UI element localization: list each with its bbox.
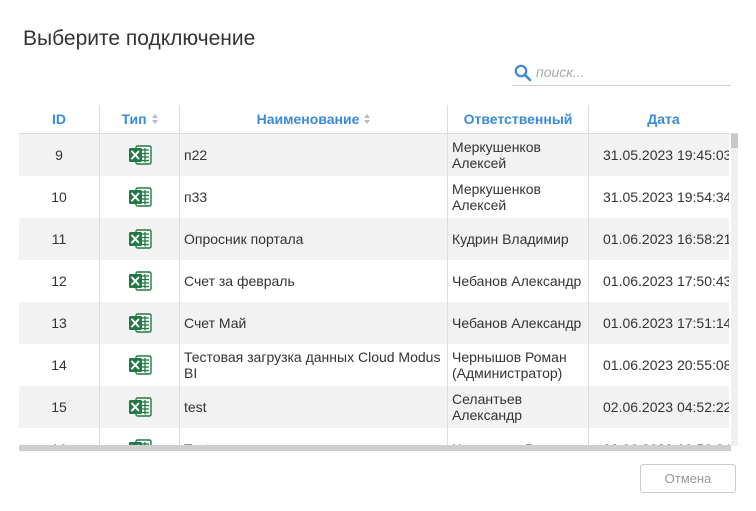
excel-icon [128, 145, 152, 165]
sort-icon[interactable] [151, 114, 158, 125]
cell-name: п22 [180, 134, 448, 176]
cell-type [100, 344, 180, 386]
cell-responsible: Кудрин Владимир [448, 218, 589, 260]
cell-responsible: Меркушенков Алексей [448, 176, 589, 218]
table-row[interactable]: 11 Опросник портала Кудрин Владимир 01.06.2… [19, 218, 729, 260]
column-header-label: Ответственный [463, 111, 573, 127]
cell-id: 11 [19, 218, 100, 260]
column-header-responsible[interactable]: Ответственный [448, 105, 589, 133]
cell-responsible: Чебанов Александр [448, 302, 589, 344]
dialog-title: Выберите подключение [23, 27, 256, 50]
excel-icon [128, 397, 152, 417]
cell-type [100, 260, 180, 302]
cell-name: Опросник портала [180, 218, 448, 260]
cell-date: 01.06.2023 17:51:14 [603, 315, 729, 331]
cell-date: 02.06.2023 04:52:22 [603, 399, 729, 415]
vertical-scrollbar-thumb[interactable] [731, 134, 738, 148]
table-row[interactable]: 12 Счет за февраль Чебанов Александр 01.06.… [19, 260, 729, 302]
cell-id: 12 [19, 260, 100, 302]
column-header-name[interactable]: Наименование [180, 105, 448, 133]
cell-name: п33 [180, 176, 448, 218]
cancel-button[interactable]: Отмена [640, 464, 736, 493]
cell-id: 13 [19, 302, 100, 344]
cell-name: Тестовая загрузка данных Cloud Modus BI [180, 344, 448, 386]
sort-icon[interactable] [364, 114, 371, 125]
cell-date: 01.06.2023 17:50:43 [603, 273, 729, 289]
column-header-label: Наименование [256, 111, 360, 127]
table-row[interactable]: 15 test Селантьев Александр 02.06.2023 04:5… [19, 386, 729, 428]
cell-id: 16 [19, 428, 100, 446]
search-box[interactable] [512, 61, 731, 86]
cell-responsible: Меркушенков Алексей [448, 134, 589, 176]
table-header: ID Тип Наименование Ответственный Дата [19, 105, 738, 134]
select-connection-dialog: Выберите подключение ID Тип Наименование… [0, 0, 756, 511]
column-header-date[interactable]: Дата [589, 105, 738, 133]
cell-name: Счет Май [180, 302, 448, 344]
vertical-scrollbar[interactable] [731, 134, 738, 446]
cell-responsible: Селантьев Александр [448, 386, 589, 428]
excel-icon [128, 229, 152, 249]
column-header-label: Тип [121, 111, 147, 127]
cell-id: 10 [19, 176, 100, 218]
excel-icon [128, 187, 152, 207]
horizontal-scrollbar[interactable] [19, 445, 731, 451]
cell-type [100, 134, 180, 176]
cell-type [100, 428, 180, 446]
cell-responsible: Чернышов Роман (Администратор) [448, 344, 589, 386]
cell-date: 31.05.2023 19:45:03 [603, 147, 729, 163]
search-input[interactable] [536, 62, 726, 82]
cell-id: 9 [19, 134, 100, 176]
cell-date: 01.06.2023 16:58:21 [603, 231, 729, 247]
column-header-label: Дата [647, 111, 680, 127]
column-header-type[interactable]: Тип [100, 105, 180, 133]
cell-type [100, 176, 180, 218]
cell-type [100, 302, 180, 344]
excel-icon [128, 313, 152, 333]
table-body: 9 п22 Меркушенков Алексей 31.05.2023 19:45:… [19, 134, 729, 446]
excel-icon [128, 355, 152, 375]
cell-name: Счет за февраль [180, 260, 448, 302]
search-icon[interactable] [514, 64, 532, 82]
cell-name: Test [180, 428, 448, 446]
column-header-label: ID [52, 111, 66, 127]
table-row[interactable]: 9 п22 Меркушенков Алексей 31.05.2023 19:45:… [19, 134, 729, 176]
cell-date: 02.06.2023 10:56:24 [589, 428, 729, 446]
table-row[interactable]: 10 п33 Меркушенков Алексей 31.05.2023 19:54… [19, 176, 729, 218]
cell-name: test [180, 386, 448, 428]
column-header-id[interactable]: ID [19, 105, 100, 133]
cell-type [100, 218, 180, 260]
table-row[interactable]: 14 Тестовая загрузка данных Cloud Modus B… [19, 344, 729, 386]
excel-icon [128, 271, 152, 291]
cell-date: 01.06.2023 20:55:08 [603, 357, 729, 373]
cell-date: 31.05.2023 19:54:34 [603, 189, 729, 205]
cell-responsible: Чебанов Александр [448, 260, 589, 302]
cell-responsible: Чернышов Роман [448, 428, 589, 446]
table-row[interactable]: 16 TestЧернышов Роман02.06.2023 10:56:24 [19, 428, 729, 446]
cell-type [100, 386, 180, 428]
table-row[interactable]: 13 Счет Май Чебанов Александр 01.06.2023 17… [19, 302, 729, 344]
cell-id: 15 [19, 386, 100, 428]
cell-id: 14 [19, 344, 100, 386]
connections-table: ID Тип Наименование Ответственный Дата 9… [19, 105, 738, 451]
